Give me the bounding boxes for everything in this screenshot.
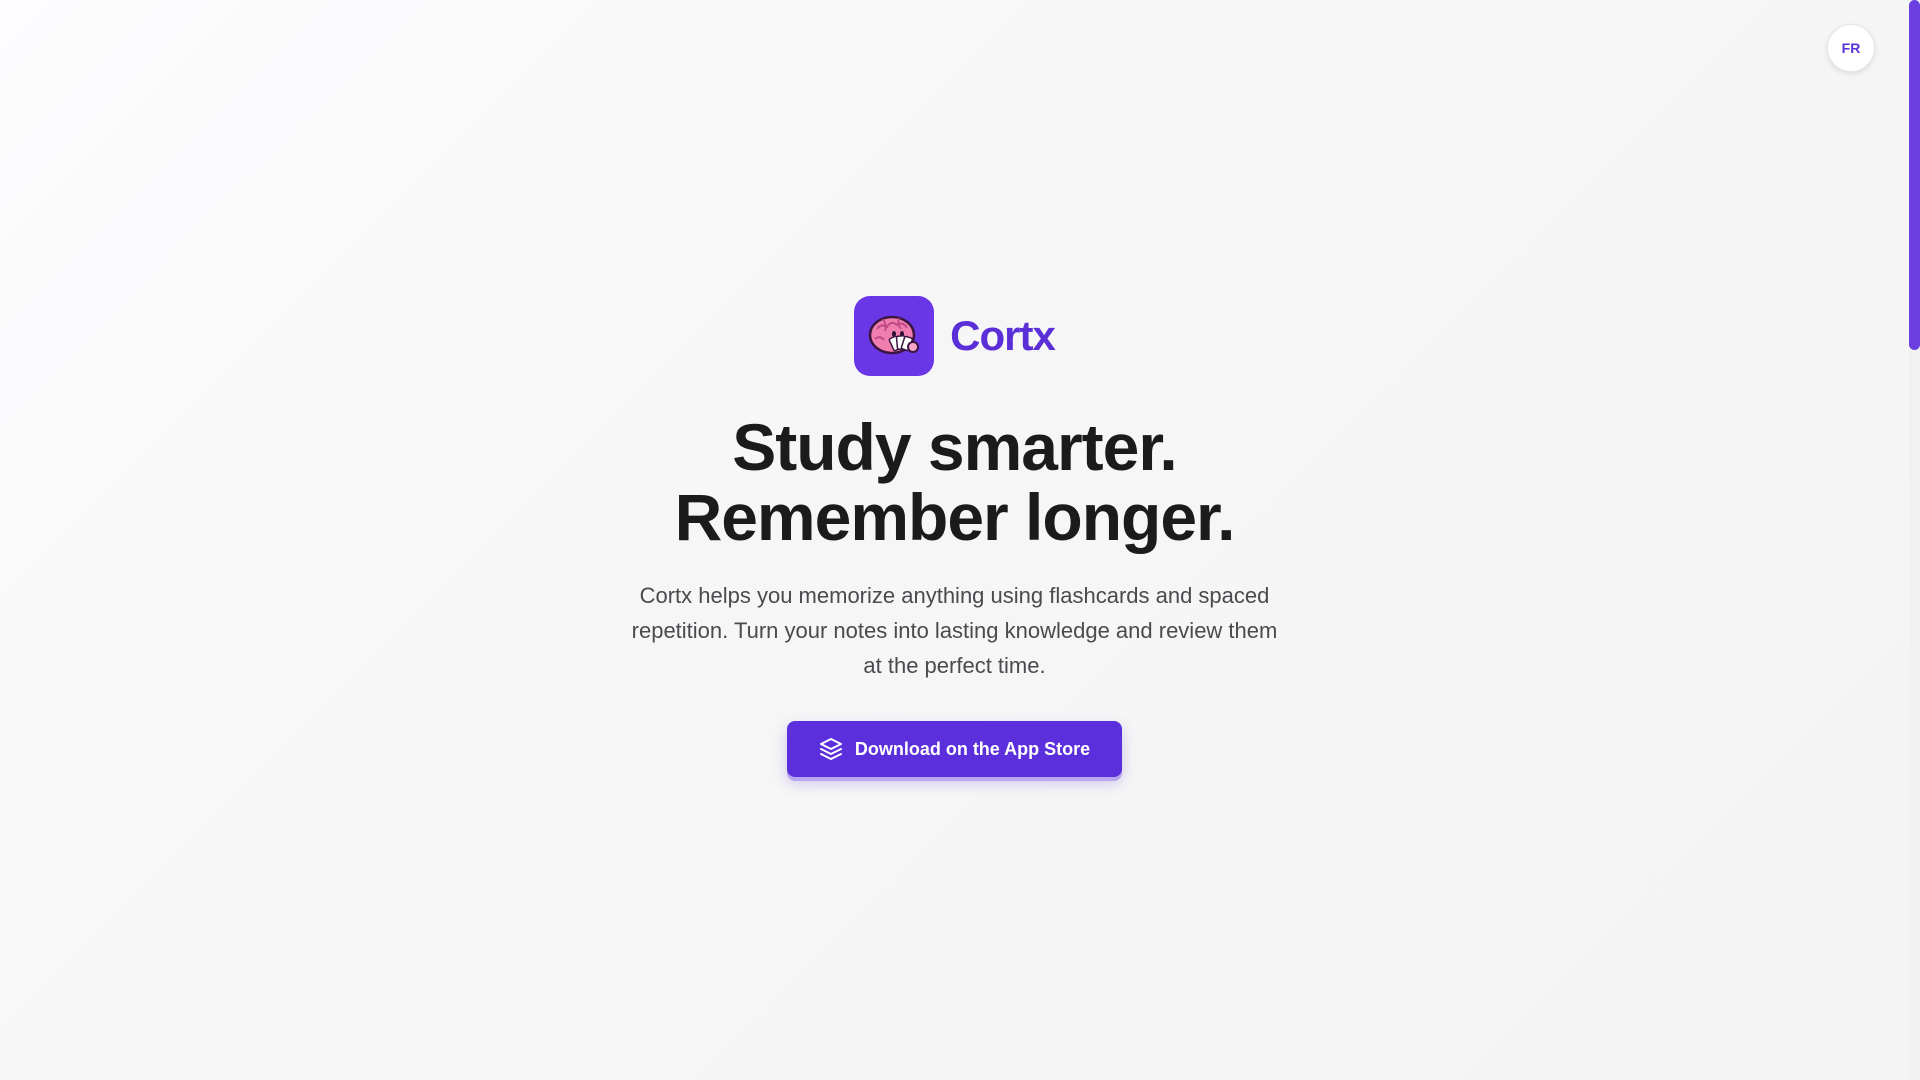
stack-layers-icon — [819, 737, 843, 761]
headline-line-1: Study smarter. — [732, 410, 1178, 484]
language-toggle-button[interactable]: FR — [1827, 24, 1875, 72]
download-button-label: Download on the App Store — [854, 738, 1091, 759]
hero-section: Cortx Study smarter. Remember longer. Co… — [0, 296, 1909, 777]
headline-line-2: Remember longer. — [674, 480, 1236, 554]
brand: Cortx — [854, 296, 1056, 376]
brand-name: Cortx — [950, 312, 1056, 359]
landing-page: FR Cortx Study smarter. Remember longer.… — [0, 0, 1909, 1080]
language-toggle-label: FR — [1841, 40, 1861, 56]
hero-headline: Study smarter. Remember longer. — [674, 410, 1236, 554]
scrollbar-thumb[interactable] — [1909, 0, 1920, 350]
download-app-store-button[interactable]: Download on the App Store — [786, 721, 1123, 777]
page-scrollbar[interactable] — [1909, 0, 1920, 1080]
hero-description: Cortx helps you memorize anything using … — [631, 583, 1278, 678]
brain-holding-flashcards-icon — [854, 296, 935, 376]
